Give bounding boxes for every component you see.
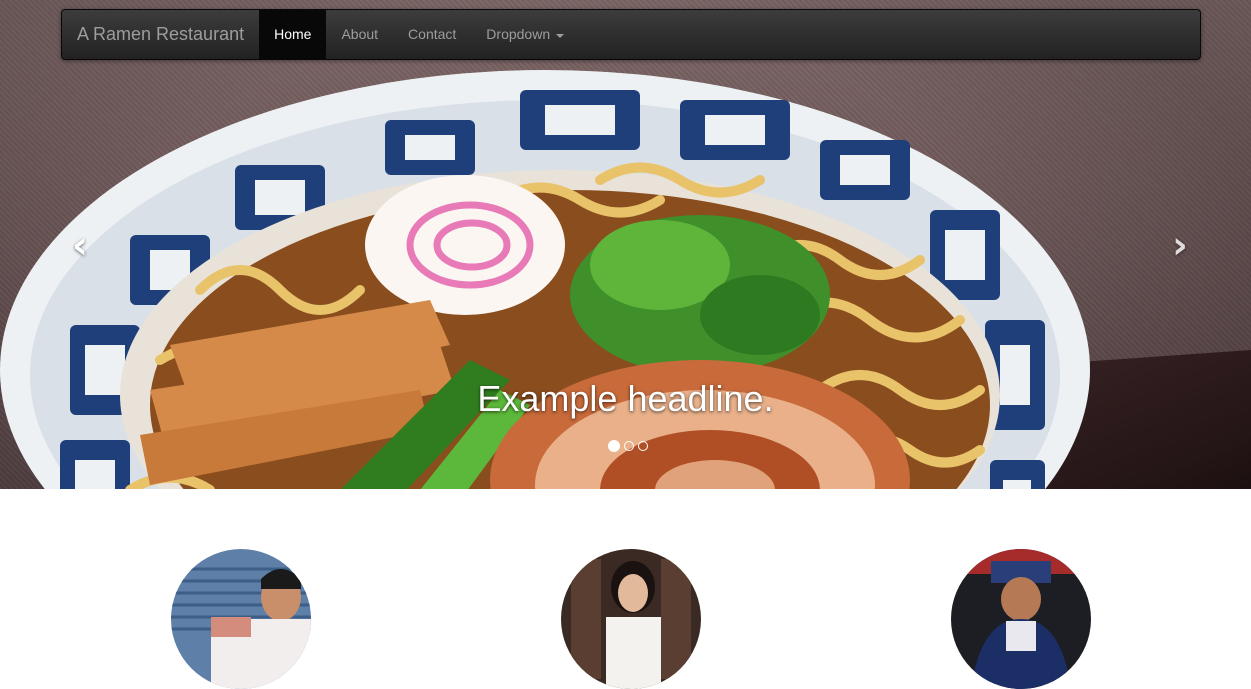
avatar-woman — [561, 549, 701, 689]
chevron-left-icon: ‹ — [72, 223, 88, 267]
carousel-prev-button[interactable]: ‹ — [60, 220, 100, 270]
carousel-indicator-1[interactable] — [608, 440, 620, 452]
chevron-right-icon: › — [1172, 223, 1188, 267]
carousel-caption: Example headline. — [477, 378, 774, 419]
nav-item-dropdown[interactable]: Dropdown — [471, 10, 579, 59]
avatar-man-chef — [171, 549, 311, 689]
top-navbar: A Ramen Restaurant Home About Contact Dr… — [61, 9, 1201, 60]
avatar-cook — [951, 549, 1091, 689]
nav-item-home[interactable]: Home — [259, 10, 327, 59]
carousel-indicator-2[interactable] — [624, 441, 634, 451]
nav-item-label: Dropdown — [486, 26, 551, 42]
nav-item-label: Home — [274, 26, 312, 42]
nav-item-label: About — [341, 26, 379, 42]
carousel-indicators — [608, 440, 648, 452]
nav-item-label: Contact — [408, 26, 457, 42]
nav-item-contact[interactable]: Contact — [393, 10, 471, 59]
carousel-next-button[interactable]: › — [1160, 220, 1200, 270]
carousel-indicator-3[interactable] — [638, 441, 648, 451]
marketing-section — [0, 489, 1251, 689]
caret-down-icon — [556, 33, 565, 38]
navbar-brand[interactable]: A Ramen Restaurant — [62, 10, 259, 59]
nav-menu: Home About Contact Dropdown — [259, 10, 579, 59]
nav-item-about[interactable]: About — [326, 10, 393, 59]
ramen-bowl-image — [0, 70, 1090, 489]
hero-carousel: ‹ › Example headline. — [0, 0, 1251, 489]
